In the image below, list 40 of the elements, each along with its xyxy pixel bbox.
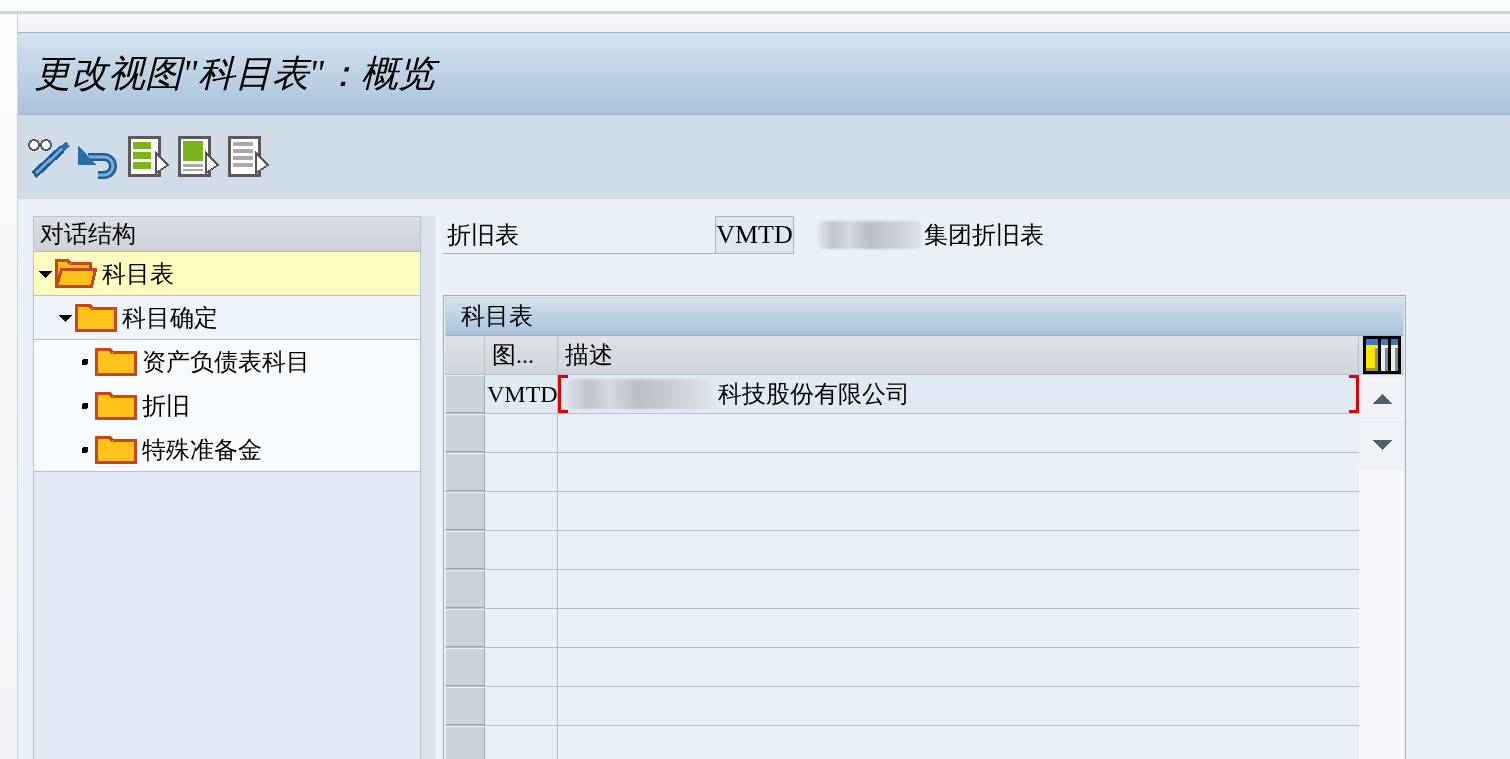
cell-text: 科技股份有限公司 [718,380,910,409]
panel-header: 对话结构 [34,217,420,252]
row-selector[interactable] [445,375,485,413]
toolbar-button[interactable] [126,135,170,179]
column-settings-icon[interactable] [1362,336,1401,374]
value-field: VMTD [715,216,794,254]
select-rows-icon [126,135,170,179]
column-header[interactable]: 图... [485,336,558,374]
scroll-up-button[interactable] [1359,377,1404,421]
toolbar-button[interactable] [176,135,220,179]
tree-node[interactable]: 科目表 [34,252,420,296]
folder-icon [95,346,137,378]
row-selector[interactable] [445,648,485,686]
down-arrow-icon [1371,440,1392,450]
field-description: 集团折旧表 [924,221,1044,250]
folder-icon [95,390,137,422]
up-arrow-icon [1371,394,1392,404]
row-selector[interactable] [445,687,485,725]
column-header[interactable]: 描述 [558,336,1359,374]
row-selector[interactable] [445,570,485,608]
row-selector[interactable] [445,414,485,452]
deselect-rows-icon [226,135,270,179]
table-cell: VMTD [485,375,558,413]
row-selector[interactable] [445,453,485,491]
folder-icon [95,433,137,466]
tree-node[interactable]: 科目确定 [34,296,420,340]
table-title: 科目表 [445,297,1404,336]
tree-node[interactable]: 折旧 [34,384,420,428]
row-selector[interactable] [445,492,485,530]
row-selector[interactable] [445,726,485,759]
row-selector[interactable] [445,531,485,569]
select-block-icon [176,135,220,179]
tree-node[interactable]: 特殊准备金 [34,428,420,472]
tree-node[interactable]: 资产负债表科目 [34,340,420,384]
toolbar-button[interactable] [226,135,270,179]
row-selector[interactable] [445,609,485,647]
open-folder-icon [55,257,97,290]
window-title: 更改视图"科目表"：概览 [30,47,446,100]
scroll-down-button[interactable] [1359,423,1404,467]
folder-icon [75,301,117,334]
